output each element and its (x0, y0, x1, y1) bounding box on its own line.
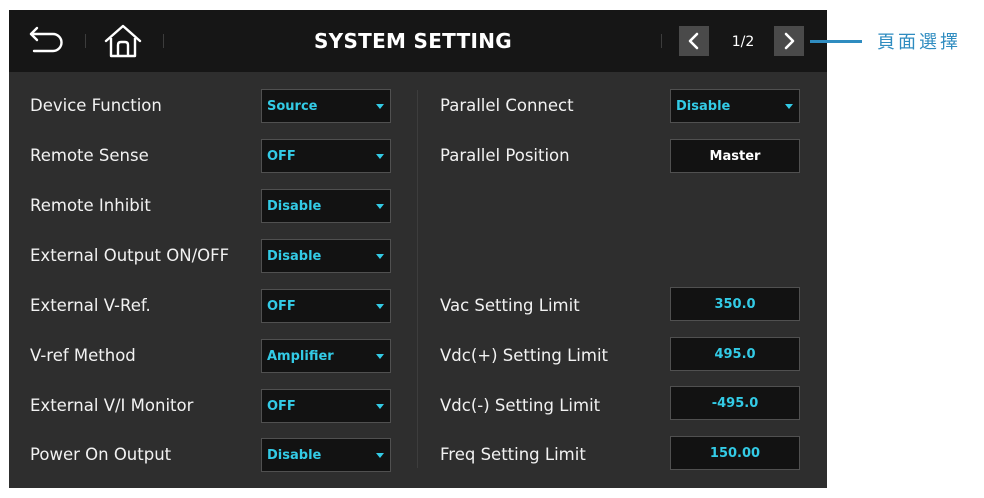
separator (163, 34, 164, 48)
remote-sense-dropdown[interactable]: OFF (261, 139, 391, 173)
dropdown-arrow-icon (376, 354, 384, 359)
external-vi-monitor-label: External V/I Monitor (30, 396, 194, 415)
external-vref-dropdown[interactable]: OFF (261, 289, 391, 323)
external-output-label: External Output ON/OFF (30, 246, 230, 265)
parallel-position-field[interactable]: Master (670, 139, 800, 173)
page-indicator: 1/2 (731, 34, 755, 50)
annotation-label: 頁面選擇 (877, 32, 961, 53)
remote-sense-label: Remote Sense (30, 146, 149, 165)
dropdown-value: OFF (267, 149, 296, 164)
dropdown-arrow-icon (376, 254, 384, 259)
back-arrow-icon (29, 26, 63, 53)
remote-inhibit-label: Remote Inhibit (30, 196, 151, 215)
separator (661, 34, 662, 48)
separator (85, 34, 86, 48)
external-vi-monitor-dropdown[interactable]: OFF (261, 389, 391, 423)
parallel-connect-label: Parallel Connect (440, 96, 574, 115)
dropdown-arrow-icon (376, 453, 384, 458)
dropdown-arrow-icon (376, 154, 384, 159)
freq-limit-input[interactable]: 150.00 (670, 436, 800, 470)
vref-method-dropdown[interactable]: Amplifier (261, 339, 391, 373)
external-vref-label: External V-Ref. (30, 296, 151, 315)
dropdown-value: Disable (676, 99, 731, 114)
power-on-output-dropdown[interactable]: Disable (261, 438, 391, 472)
dropdown-value: Source (267, 99, 318, 114)
device-function-dropdown[interactable]: Source (261, 89, 391, 123)
parallel-position-label: Parallel Position (440, 146, 570, 165)
vdc-pos-limit-label: Vdc(+) Setting Limit (440, 346, 609, 365)
vdc-pos-limit-input[interactable]: 495.0 (670, 337, 800, 371)
remote-inhibit-dropdown[interactable]: Disable (261, 189, 391, 223)
annotation-pointer-line (810, 40, 862, 43)
chevron-right-icon (784, 32, 795, 50)
parallel-connect-dropdown[interactable]: Disable (670, 89, 800, 123)
dropdown-arrow-icon (376, 404, 384, 409)
prev-page-button[interactable] (679, 26, 709, 56)
column-divider (417, 90, 418, 468)
device-function-label: Device Function (30, 96, 162, 115)
dropdown-value: Amplifier (267, 349, 334, 364)
dropdown-arrow-icon (785, 104, 793, 109)
home-icon (104, 24, 142, 58)
vref-method-label: V-ref Method (30, 346, 136, 365)
back-button[interactable] (23, 21, 67, 61)
freq-limit-label: Freq Setting Limit (440, 445, 586, 464)
dropdown-value: Disable (267, 199, 322, 214)
dropdown-arrow-icon (376, 204, 384, 209)
dropdown-value: Disable (267, 448, 322, 463)
vac-limit-label: Vac Setting Limit (440, 296, 580, 315)
vdc-neg-limit-label: Vdc(-) Setting Limit (440, 396, 601, 415)
dropdown-value: OFF (267, 399, 296, 414)
next-page-button[interactable] (774, 26, 804, 56)
dropdown-value: OFF (267, 299, 296, 314)
vdc-neg-limit-input[interactable]: -495.0 (670, 386, 800, 420)
dropdown-value: Disable (267, 249, 322, 264)
chevron-left-icon (688, 32, 699, 50)
page-title: SYSTEM SETTING (313, 29, 513, 53)
home-button[interactable] (99, 20, 147, 62)
dropdown-arrow-icon (376, 104, 384, 109)
external-output-dropdown[interactable]: Disable (261, 239, 391, 273)
vac-limit-input[interactable]: 350.0 (670, 287, 800, 321)
dropdown-arrow-icon (376, 304, 384, 309)
power-on-output-label: Power On Output (30, 445, 172, 464)
settings-screen: SYSTEM SETTING 1/2 Device Function Remot… (9, 10, 827, 488)
top-bar: SYSTEM SETTING 1/2 (9, 10, 827, 72)
